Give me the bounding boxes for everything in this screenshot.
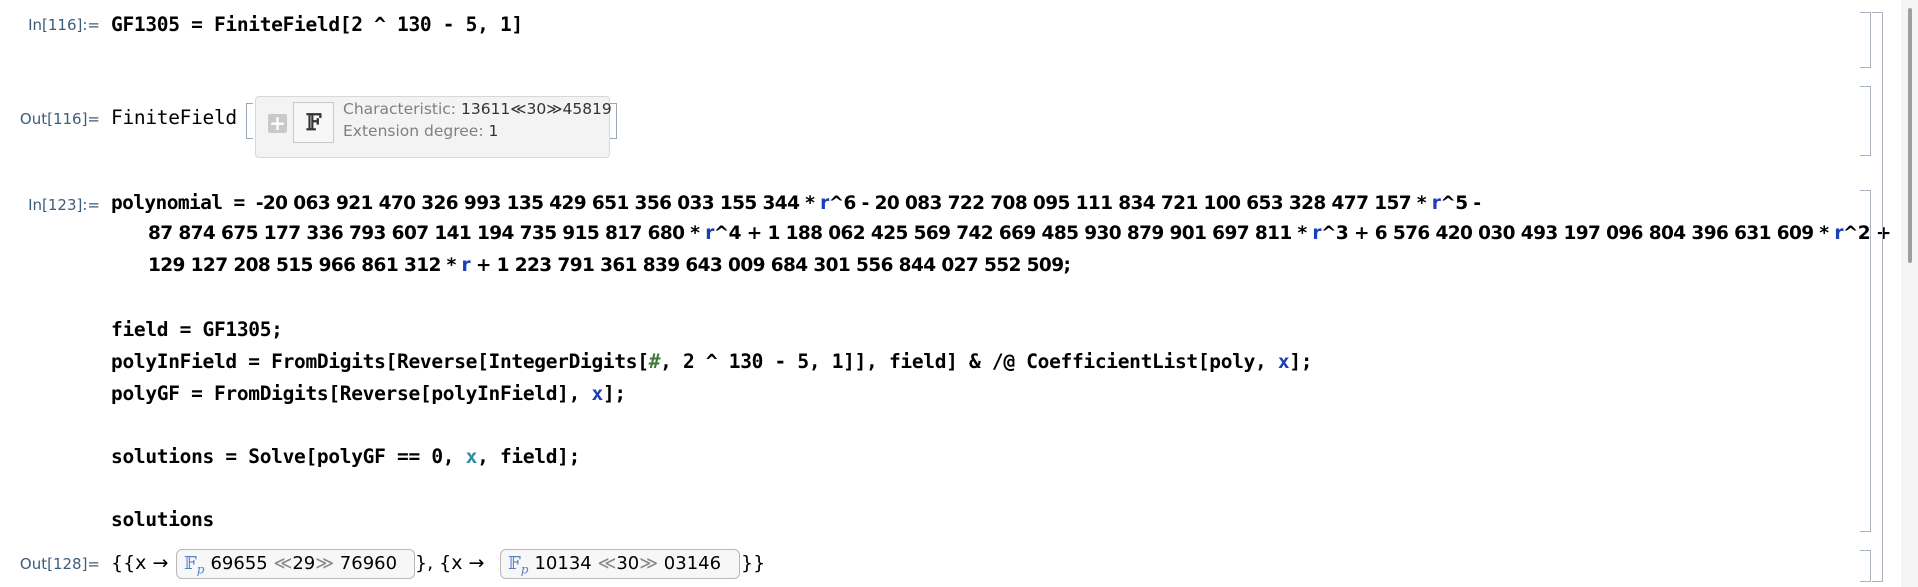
fp-glyph: 𝔽 — [508, 553, 521, 574]
degree-value: 1 — [488, 122, 499, 140]
times-op: * — [805, 193, 815, 214]
coef-r3: ^4 + 1 188 062 425 569 742 669 485 930 8… — [713, 223, 1298, 244]
ellipsis-close: ≫ — [639, 553, 664, 574]
var-x: x — [591, 382, 603, 405]
polynomial-line-3[interactable]: 129 127 208 515 966 861 312 * r + 1 223 … — [148, 255, 1071, 276]
code-text: , field]; — [477, 445, 581, 468]
cell-bracket-in123[interactable] — [1860, 190, 1871, 532]
characteristic-value: 13611≪30≫45819 — [460, 100, 612, 118]
ellipsis-open: ≪ — [591, 553, 617, 574]
elem2-middle: 30 — [616, 553, 640, 574]
field-assignment[interactable]: field = GF1305; — [111, 318, 283, 341]
var-r: r — [1306, 223, 1321, 244]
code-text: solutions = Solve[polyGF == 0, — [111, 445, 466, 468]
characteristic-row: Characteristic: 13611≪30≫45819 — [343, 100, 612, 118]
code-text: polyInField = FromDigits[Reverse[Integer… — [111, 350, 649, 373]
elem2-head: 10134 — [534, 553, 592, 574]
expand-icon[interactable]: + — [268, 113, 287, 133]
fp-icon: 𝔽p — [184, 553, 205, 577]
finitefield-summary-box[interactable]: + 𝔽 Characteristic: 13611≪30≫45819 Exten… — [255, 96, 612, 158]
code-text: ]; — [602, 382, 626, 405]
var-r: r — [455, 255, 471, 276]
output-label-128: Out[128]= — [19, 555, 100, 573]
term-tail: ^5 - — [1440, 193, 1481, 214]
coef-r4: 87 874 675 177 336 793 607 141 194 735 9… — [148, 223, 691, 244]
output-label-116: Out[116]= — [19, 110, 100, 128]
input-label-123: In[123]:= — [28, 196, 100, 214]
ellipsis-close: ≫ — [315, 553, 340, 574]
var-x: x — [1277, 350, 1290, 373]
polyinfield-line[interactable]: polyInField = FromDigits[Reverse[Integer… — [111, 350, 1313, 373]
degree-label: Extension degree: — [343, 122, 484, 140]
scrollbar-thumb[interactable] — [1908, 8, 1912, 263]
polynomial-line-1[interactable]: polynomial = -20 063 921 470 326 993 135… — [111, 191, 1481, 214]
finitefield-element-2[interactable]: 𝔽p 10134 ≪30≫ 03146 — [500, 549, 740, 579]
solutions-close: }} — [741, 552, 766, 574]
characteristic-label: Characteristic: — [343, 100, 457, 118]
finitefield-element-1[interactable]: 𝔽p 69655 ≪29≫ 76960 — [176, 549, 415, 579]
fp-glyph: 𝔽 — [184, 553, 197, 574]
var-r: r — [699, 223, 714, 244]
input-label-116: In[116]:= — [28, 16, 100, 34]
code-text: polyGF = FromDigits[Reverse[polyInField]… — [111, 382, 592, 405]
cell-bracket-out116[interactable] — [1860, 86, 1871, 156]
coef-r2: ^3 + 6 576 420 030 493 197 096 804 396 6… — [1320, 223, 1820, 244]
summary-right-bracket — [610, 103, 617, 139]
elem1-head: 69655 — [210, 553, 268, 574]
times-op: * — [446, 255, 457, 276]
code-text: ]; — [1289, 350, 1313, 373]
var-r: r — [1828, 223, 1843, 244]
times-op: * — [690, 223, 700, 244]
var-x: x — [465, 445, 478, 468]
solutions-open: {{x → — [111, 552, 175, 574]
elem2-tail: 03146 — [663, 553, 722, 574]
times-op: * — [1416, 193, 1427, 214]
degree-row: Extension degree: 1 — [343, 122, 498, 140]
finitefield-head: FiniteField — [111, 106, 237, 129]
finitefield-icon: 𝔽 — [293, 102, 334, 143]
solutions-mid: }, {x → — [415, 552, 491, 574]
solutions-line[interactable]: solutions — [111, 508, 214, 531]
code-text: , 2 ^ 130 - 5, 1]], field] & /@ Coeffici… — [660, 350, 1278, 373]
var-r: r — [814, 193, 829, 214]
fp-subscript: p — [520, 562, 529, 577]
cell-bracket-out128[interactable] — [1860, 550, 1871, 582]
polynomial-line-2[interactable]: 87 874 675 177 336 793 607 141 194 735 9… — [148, 223, 1891, 244]
elem1-middle: 29 — [292, 553, 316, 574]
summary-left-bracket — [246, 103, 253, 139]
coef-r5: ^6 - 20 083 722 708 095 111 834 721 100 … — [828, 193, 1417, 214]
ellipsis-open: ≪ — [267, 553, 293, 574]
cell-bracket-in116[interactable] — [1860, 12, 1871, 68]
var-r: r — [1425, 193, 1441, 214]
polygf-line[interactable]: polyGF = FromDigits[Reverse[polyInField]… — [111, 382, 626, 405]
input-cell-116[interactable]: GF1305 = FiniteField[2 ^ 130 - 5, 1] — [111, 13, 523, 36]
times-op: * — [1297, 223, 1308, 244]
fp-subscript: p — [196, 562, 205, 577]
slot-symbol: # — [648, 350, 661, 373]
constant-term: + 1 223 791 361 839 643 009 684 301 556 … — [470, 255, 1071, 276]
solve-line[interactable]: solutions = Solve[polyGF == 0, x, field]… — [111, 445, 580, 468]
coef-r6: -20 063 921 470 326 993 135 429 651 356 … — [255, 193, 806, 214]
elem1-tail: 76960 — [339, 553, 398, 574]
group-bracket[interactable] — [1872, 12, 1883, 582]
coef-r1: 129 127 208 515 966 861 312 — [148, 255, 447, 276]
polynomial-assign: polynomial = — [111, 191, 256, 214]
fp-icon: 𝔽p — [508, 553, 529, 577]
